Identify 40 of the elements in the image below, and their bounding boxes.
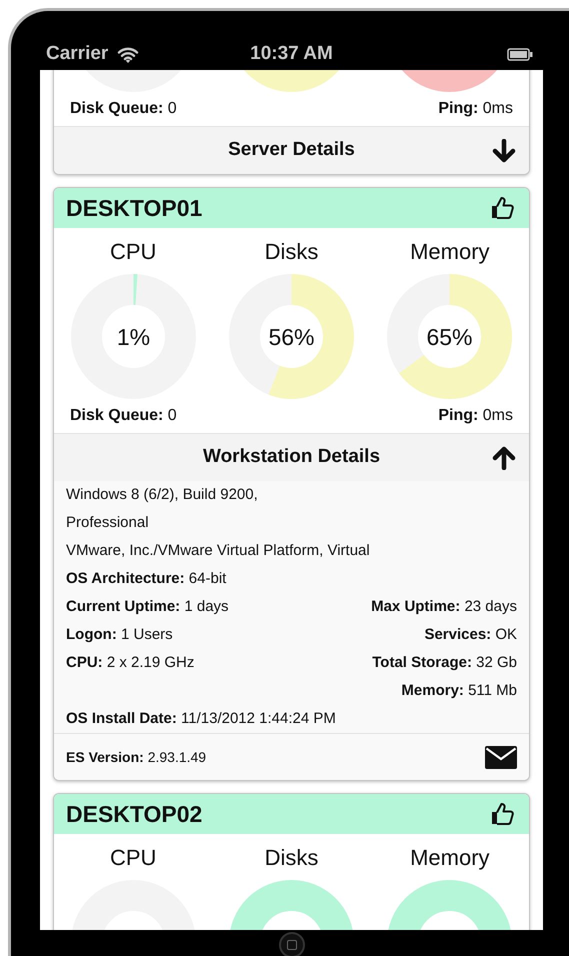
ping-text: Ping: 0ms	[438, 99, 513, 119]
gauge-label: Memory	[410, 844, 490, 872]
detail-text: Current Uptime: 1 days	[66, 597, 229, 617]
detail-text: Total Storage: 32 Gb	[372, 653, 517, 673]
thumbs-up-icon	[489, 800, 517, 828]
gauge-value: 56%	[268, 324, 314, 350]
gauge-value: 1%	[116, 324, 150, 350]
card-title: DESKTOP01	[66, 194, 202, 223]
wifi-icon	[117, 46, 140, 62]
disk-queue-text: Disk Queue: 0	[70, 406, 177, 426]
detail-text: Memory: 511 Mb	[401, 681, 517, 701]
card-title: DESKTOP02	[66, 800, 202, 829]
detail-text: CPU: 2 x 2.19 GHz	[66, 653, 194, 673]
detail-text: Max Uptime: 23 days	[371, 597, 517, 617]
detail-text: OS Install Date: 11/13/2012 1:44:24 PM	[66, 709, 336, 729]
gauge-value: 65%	[426, 324, 473, 350]
version-text: ES Version: 2.93.1.49	[66, 748, 206, 766]
carrier-label: Carrier	[46, 42, 108, 66]
clock-time: 10:37 AM	[250, 42, 333, 66]
detail-text: Services: OK	[424, 625, 517, 645]
down-arrow-icon	[491, 139, 517, 163]
detail-text: Logon: 1 Users	[66, 625, 173, 645]
details-toggle-button[interactable]: Server Details	[54, 126, 529, 174]
battery-icon	[507, 48, 533, 60]
thumbs-up-icon	[489, 194, 517, 222]
detail-text: Professional	[66, 513, 149, 533]
mail-icon[interactable]	[485, 746, 517, 768]
gauge-label: CPU	[110, 844, 156, 872]
detail-text: OS Architecture: 64-bit	[66, 569, 226, 589]
gauge-label: Memory	[410, 238, 490, 266]
gauge-label: CPU	[110, 238, 156, 266]
ping-text: Ping: 0ms	[438, 406, 513, 426]
gauge-label: Disks	[264, 844, 318, 872]
home-button[interactable]	[278, 932, 304, 956]
details-toggle-button[interactable]: Workstation Details	[54, 433, 529, 481]
up-arrow-icon	[491, 446, 517, 470]
detail-text: VMware, Inc./VMware Virtual Platform, Virtual	[66, 541, 370, 561]
disk-queue-text: Disk Queue: 0	[70, 99, 177, 119]
detail-text: Windows 8 (6/2), Build 9200,	[66, 485, 258, 505]
gauge-label: Disks	[264, 238, 318, 266]
